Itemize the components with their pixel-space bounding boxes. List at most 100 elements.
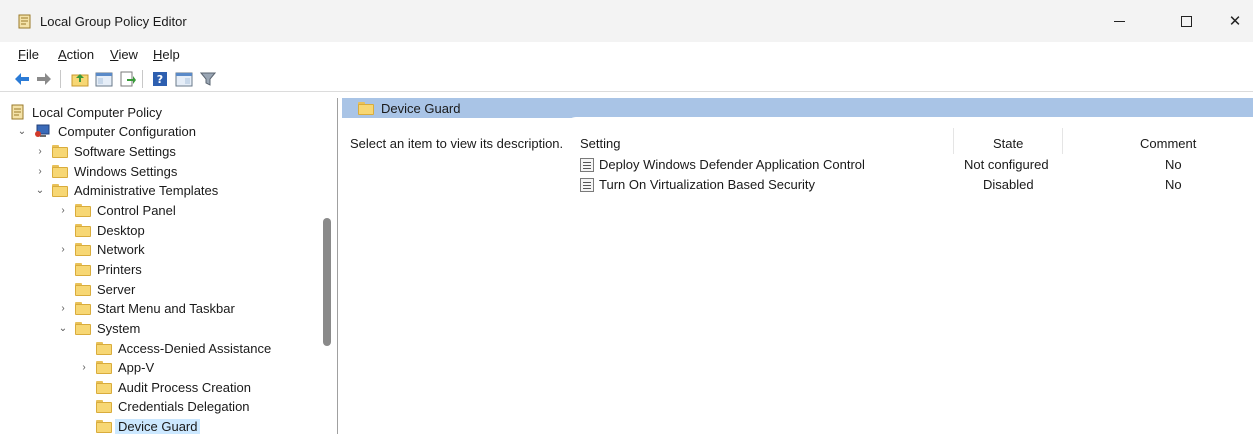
tree-item-desktop[interactable]: Desktop xyxy=(57,220,145,240)
tree-item-audit-process-creation[interactable]: Audit Process Creation xyxy=(78,377,251,397)
folder-icon xyxy=(96,380,112,394)
table-row[interactable]: Deploy Windows Defender Application Cont… xyxy=(580,155,1253,175)
tree-item-system[interactable]: ⌄ System xyxy=(57,318,141,338)
folder-icon xyxy=(52,183,68,197)
show-hide-tree-icon[interactable] xyxy=(94,69,114,89)
tree-item-label: App-V xyxy=(118,359,155,375)
menu-file[interactable]: File xyxy=(18,47,39,62)
folder-icon xyxy=(358,102,374,115)
description-text: Select an item to view its description. xyxy=(350,136,564,151)
tree-item-label: Credentials Delegation xyxy=(118,398,250,414)
menu-bar: File Action View Help xyxy=(0,42,1253,66)
tree-item-administrative-templates[interactable]: ⌄ Administrative Templates xyxy=(34,180,218,200)
folder-icon xyxy=(75,321,91,335)
toolbar-separator xyxy=(60,70,61,88)
policy-root-icon xyxy=(11,104,24,120)
minimize-button[interactable] xyxy=(1096,0,1142,42)
tree-item-label: Printers xyxy=(97,261,142,277)
folder-icon xyxy=(75,301,91,315)
close-icon: ✕ xyxy=(1228,13,1242,30)
window-title: Local Group Policy Editor xyxy=(40,14,187,29)
tree-item-label: Computer Configuration xyxy=(58,123,197,139)
minimize-icon xyxy=(1113,20,1125,22)
list-view-top xyxy=(566,117,1253,137)
tree-item-label: Software Settings xyxy=(74,143,176,159)
chevron-down-icon[interactable]: ⌄ xyxy=(57,323,69,334)
folder-icon xyxy=(96,360,112,374)
menu-help[interactable]: Help xyxy=(153,47,180,62)
svg-text:?: ? xyxy=(157,73,163,86)
folder-icon xyxy=(96,399,112,413)
tree-item-network[interactable]: › Network xyxy=(57,239,144,259)
title-bar: Local Group Policy Editor ✕ xyxy=(0,0,1253,42)
folder-icon xyxy=(52,144,68,158)
column-divider[interactable] xyxy=(1062,128,1063,154)
tree-item-label: Start Menu and Taskbar xyxy=(97,300,235,316)
filter-icon[interactable] xyxy=(198,69,218,89)
tree-item-software-settings[interactable]: › Software Settings xyxy=(34,141,176,161)
chevron-right-icon[interactable]: › xyxy=(34,166,46,177)
maximize-icon xyxy=(1180,15,1192,27)
setting-comment: No xyxy=(1165,157,1182,172)
up-folder-icon[interactable] xyxy=(70,69,90,89)
tree-item-access-denied-assistance[interactable]: Access-Denied Assistance xyxy=(78,338,271,358)
tree-item-server[interactable]: Server xyxy=(57,279,135,299)
column-divider[interactable] xyxy=(953,128,954,154)
tree-item-local-computer-policy[interactable]: Local Computer Policy xyxy=(10,102,162,122)
maximize-button[interactable] xyxy=(1163,0,1209,42)
tree-item-computer-configuration[interactable]: ⌄ Computer Configuration xyxy=(16,121,196,141)
chevron-right-icon[interactable]: › xyxy=(57,303,69,314)
tree-item-label: Server xyxy=(97,281,136,297)
column-header-comment[interactable]: Comment xyxy=(1140,136,1196,151)
folder-icon xyxy=(75,262,91,276)
chevron-right-icon[interactable]: › xyxy=(34,146,46,157)
table-row[interactable]: Turn On Virtualization Based Security Di… xyxy=(580,175,1253,195)
tree-item-printers[interactable]: Printers xyxy=(57,259,142,279)
details-header: Device Guard xyxy=(342,98,1253,118)
properties-view-icon[interactable] xyxy=(174,69,194,89)
details-pane: Device Guard Select an item to view its … xyxy=(342,98,1253,434)
chevron-down-icon[interactable]: ⌄ xyxy=(16,126,28,137)
policy-setting-icon xyxy=(580,178,594,192)
folder-icon xyxy=(75,203,91,217)
details-header-title: Device Guard xyxy=(381,101,461,116)
tree-item-label: System xyxy=(97,320,141,336)
menu-view[interactable]: View xyxy=(110,47,138,62)
chevron-right-icon[interactable]: › xyxy=(57,205,69,216)
menu-action[interactable]: Action xyxy=(58,47,94,62)
policy-editor-app-icon xyxy=(18,14,31,29)
column-header-state[interactable]: State xyxy=(993,136,1023,151)
toolbar-separator xyxy=(142,70,143,88)
tree-item-label: Administrative Templates xyxy=(74,182,219,198)
navigation-tree: Local Computer Policy ⌄ Computer Configu… xyxy=(0,98,338,434)
tree-item-label: Control Panel xyxy=(97,202,176,218)
chevron-down-icon[interactable]: ⌄ xyxy=(34,185,46,196)
tree-item-label: Local Computer Policy xyxy=(32,104,163,120)
column-header-setting[interactable]: Setting xyxy=(580,136,620,151)
folder-icon xyxy=(96,341,112,355)
toolbar: ? xyxy=(0,66,1253,92)
tree-item-credentials-delegation[interactable]: Credentials Delegation xyxy=(78,396,250,416)
forward-arrow-icon[interactable] xyxy=(34,69,54,89)
chevron-right-icon[interactable]: › xyxy=(78,362,90,373)
folder-icon xyxy=(75,282,91,296)
policy-setting-icon xyxy=(580,158,594,172)
export-list-icon[interactable] xyxy=(118,69,138,89)
back-arrow-icon[interactable] xyxy=(12,69,32,89)
tree-scrollbar-thumb[interactable] xyxy=(323,218,331,346)
setting-state: Disabled xyxy=(983,177,1034,192)
folder-icon xyxy=(75,223,91,237)
folder-icon xyxy=(52,164,68,178)
tree-item-device-guard[interactable]: Device Guard xyxy=(78,416,201,434)
setting-name: Turn On Virtualization Based Security xyxy=(599,177,816,192)
help-icon[interactable]: ? xyxy=(150,69,170,89)
tree-item-label: Access-Denied Assistance xyxy=(118,340,272,356)
tree-item-start-menu-and-taskbar[interactable]: › Start Menu and Taskbar xyxy=(57,298,235,318)
tree-item-app-v[interactable]: › App-V xyxy=(78,357,154,377)
tree-item-windows-settings[interactable]: › Windows Settings xyxy=(34,161,177,181)
tree-item-label: Windows Settings xyxy=(74,163,178,179)
close-button[interactable]: ✕ xyxy=(1212,0,1253,42)
folder-icon xyxy=(75,242,91,256)
chevron-right-icon[interactable]: › xyxy=(57,244,69,255)
tree-item-control-panel[interactable]: › Control Panel xyxy=(57,200,176,220)
